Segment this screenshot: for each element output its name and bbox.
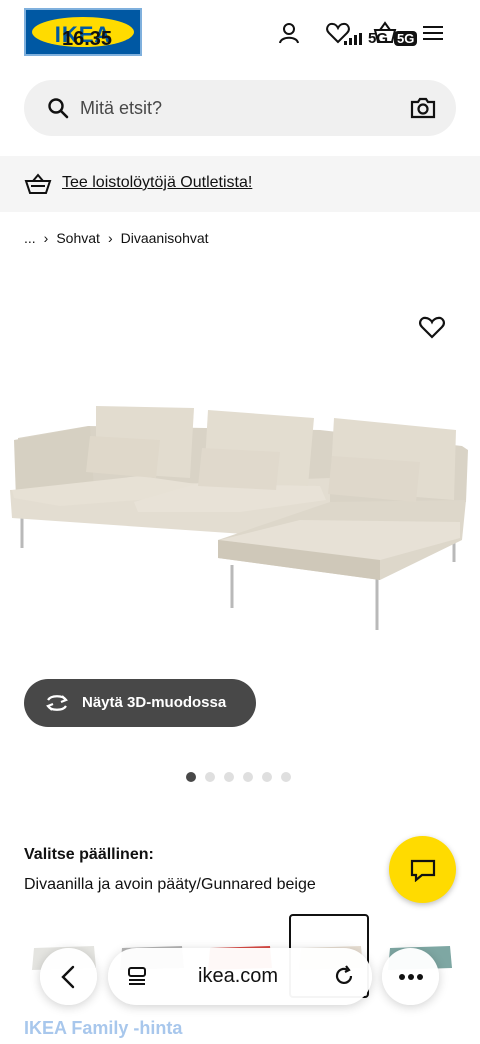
app-header: IKEA 16.35 5G 5G [0,0,480,68]
search-icon [48,98,69,119]
basket-icon [24,173,52,194]
signal-icon [344,32,362,45]
view-3d-button[interactable]: Näytä 3D-muodossa [24,679,256,727]
more-dots-icon [399,974,423,980]
carousel-dot[interactable] [262,772,272,782]
promo-banner: Tee loistolöytöjä Outletista! [0,156,480,212]
carousel-dot[interactable] [186,772,196,782]
chevron-right-icon: › [107,230,113,246]
breadcrumb-divaanisohvat[interactable]: Divaanisohvat [121,230,209,246]
carousel-dot[interactable] [281,772,291,782]
cover-title: Valitse päällinen: [24,846,154,863]
search-bar[interactable] [24,80,456,136]
chevron-right-icon: › [43,230,49,246]
browser-more-button[interactable] [382,948,439,1005]
browser-back-button[interactable] [40,948,97,1005]
camera-icon[interactable] [410,96,436,120]
breadcrumb-sohvat[interactable]: Sohvat [56,230,100,246]
breadcrumb: ... › Sohvat › Divaanisohvat [24,230,209,246]
menu-icon[interactable] [420,20,446,46]
status-indicators: 5G 5G [344,30,418,47]
carousel-dots [186,772,291,782]
browser-address-bar[interactable]: ikea.com [108,948,372,1005]
view-3d-label: Näytä 3D-muodossa [82,694,227,711]
heart-icon[interactable] [418,314,446,340]
reload-icon[interactable] [332,964,356,988]
cover-value: Divaanilla ja avoin pääty/Gunnared beige [24,876,316,893]
chat-icon [410,859,436,882]
breadcrumb-ellipsis[interactable]: ... [24,230,36,246]
sofa-image [10,406,468,630]
carousel-dot[interactable] [205,772,215,782]
chat-button[interactable] [389,836,456,903]
ikea-family-price-label: IKEA Family -hinta [24,1018,183,1038]
status-time: 16.35 [62,28,113,50]
product-image-carousel[interactable] [0,290,480,650]
network-label: 5G [368,30,389,47]
chevron-left-icon [61,965,75,989]
carousel-dot[interactable] [224,772,234,782]
page-tabs-icon[interactable] [126,965,148,987]
user-icon[interactable] [276,20,302,46]
search-input[interactable] [80,80,380,136]
rotate-3d-icon [46,695,68,711]
carousel-dot[interactable] [243,772,253,782]
outlet-link[interactable]: Tee loistolöytöjä Outletista! [62,174,252,192]
url-text: ikea.com [198,965,279,987]
network-badge: 5G [394,31,418,46]
